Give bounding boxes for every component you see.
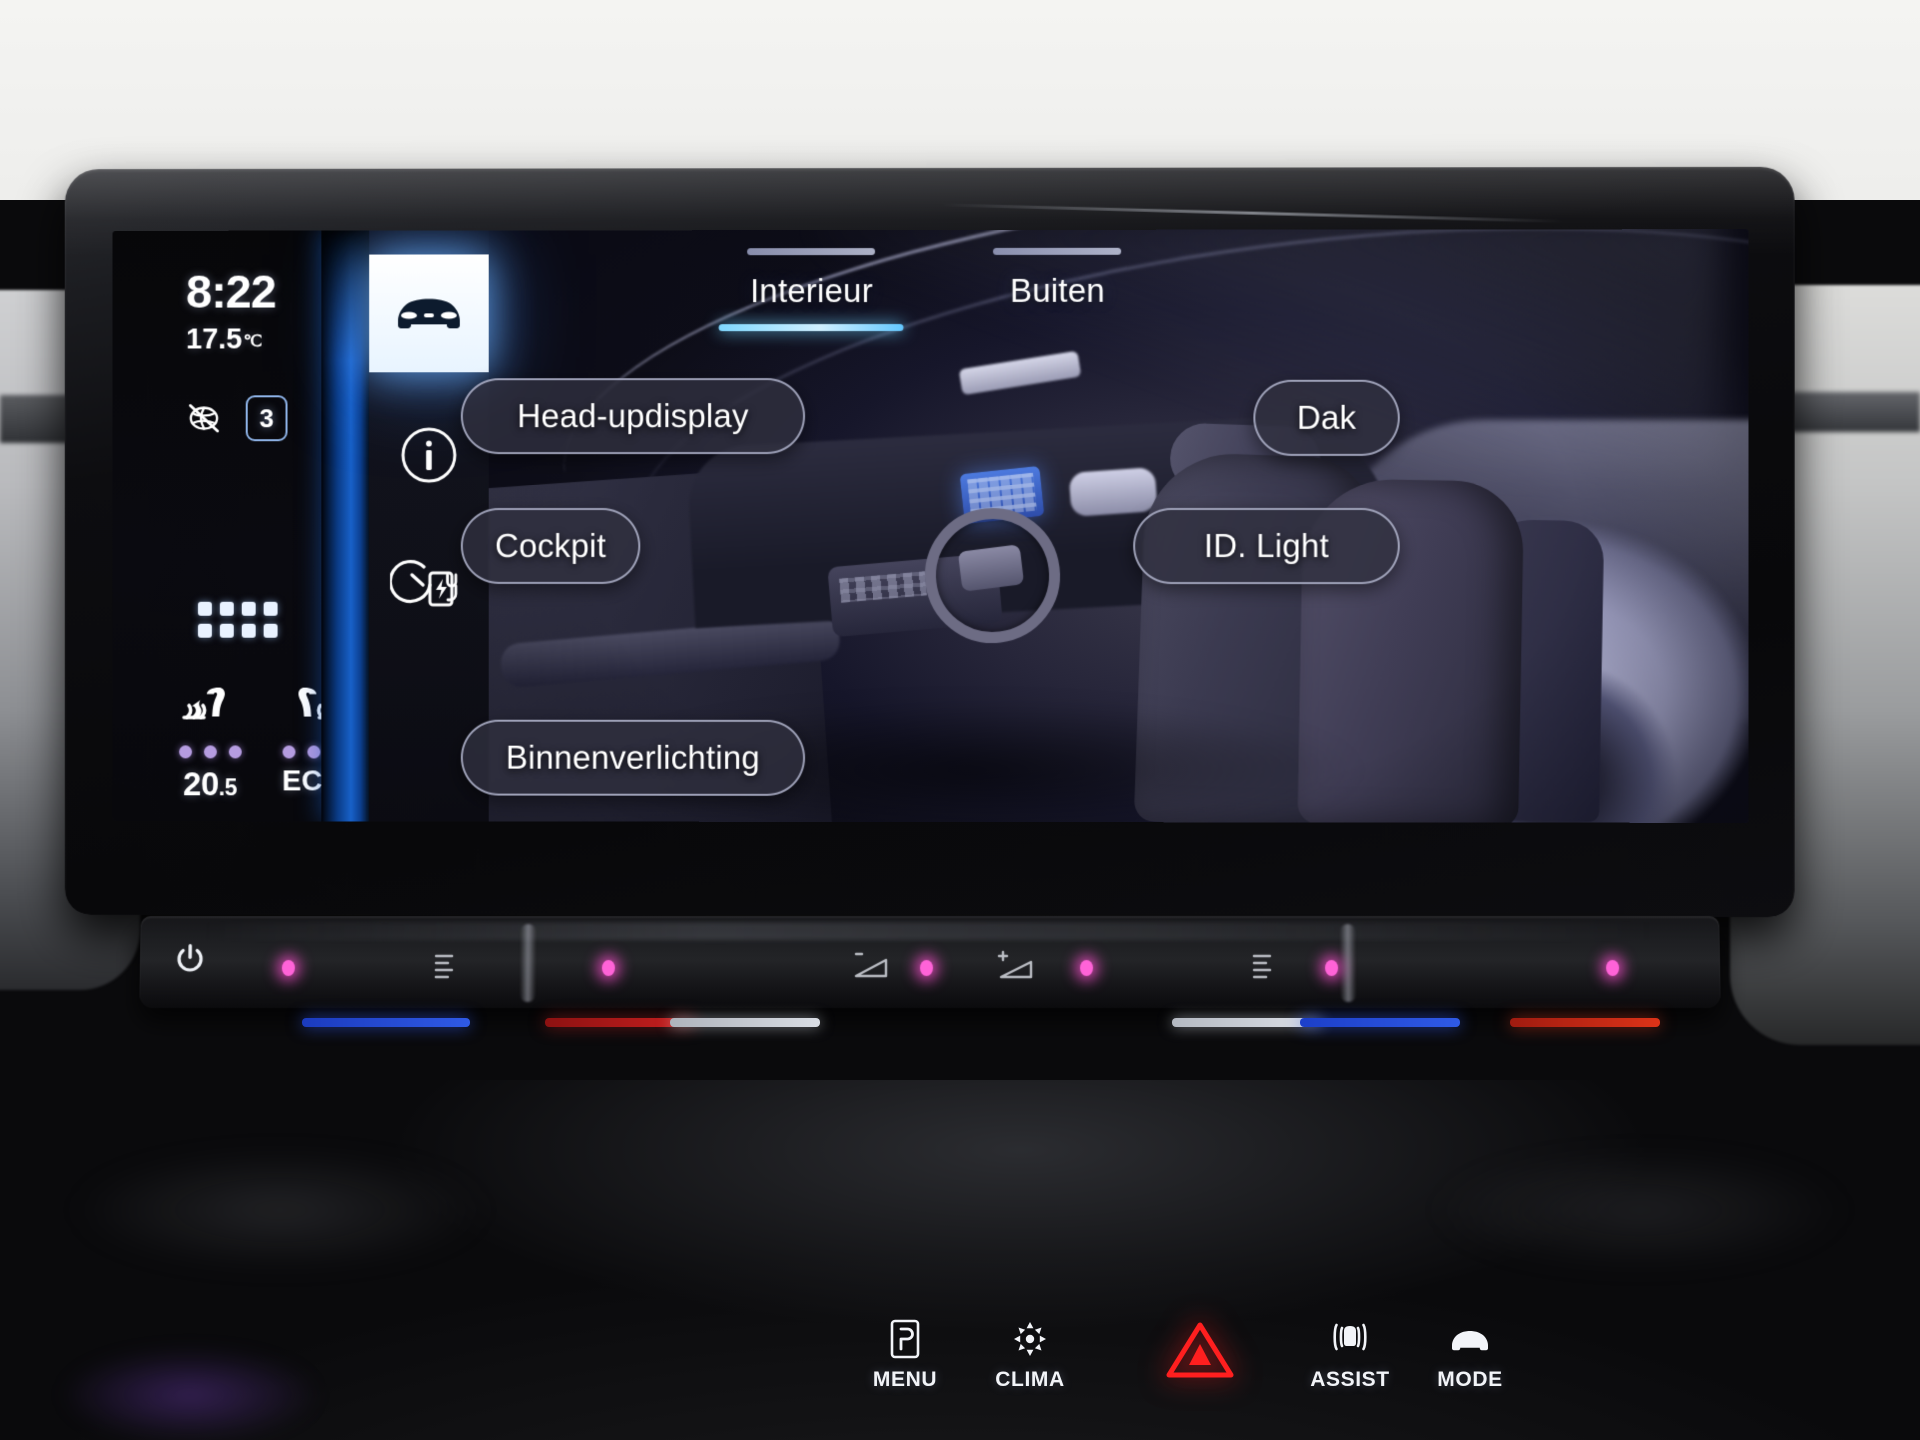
accent-strip [321, 230, 370, 822]
head-up-display-button[interactable]: Head-updisplay [460, 378, 806, 455]
touch-slider-bar[interactable] [139, 916, 1721, 1009]
slider-led [601, 960, 616, 976]
vehicle-front-view-icon [398, 299, 461, 330]
mode-button-label: MODE [1437, 1368, 1503, 1391]
tab-top-divider [747, 248, 876, 256]
slider-led [281, 960, 296, 976]
id-light-button[interactable]: ID. Light [1133, 507, 1400, 585]
intensity-dot [228, 745, 242, 759]
fan-speed-value: 3 [259, 402, 274, 433]
drive-mode-car-icon [1385, 1318, 1555, 1364]
grid-dot [219, 623, 234, 638]
cockpit-button[interactable]: Cockpit [460, 508, 641, 584]
slider-led [1324, 960, 1339, 976]
left-vent-shadow [70, 1150, 490, 1270]
sidebar-item-vehicle[interactable] [369, 254, 489, 373]
air-recirculation-off-icon[interactable] [184, 398, 224, 438]
interior-lighting-button[interactable]: Binnenverlichting [460, 719, 806, 796]
slider-notch-left [519, 924, 537, 1003]
bezel-reflection [942, 203, 1564, 223]
right-vent-shadow [1430, 1150, 1850, 1270]
slider-led [1079, 960, 1094, 976]
ambient-led-red [1510, 1018, 1660, 1027]
temperature-unit: ℃ [243, 331, 263, 351]
temperature-slider-icon [434, 954, 454, 978]
grid-dot [197, 623, 212, 638]
driver-temp-decimal: .5 [218, 774, 237, 801]
grid-dot [263, 623, 278, 638]
grid-dot [263, 601, 278, 616]
fan-speed-badge[interactable]: 3 [245, 395, 288, 442]
driver-intensity-dots [178, 745, 242, 759]
temperature-slider-icon [1252, 954, 1272, 978]
status-column: 8:22 17.5℃ 3 20.5 ECO [112, 230, 345, 822]
volume-up-icon[interactable] [995, 950, 1043, 984]
seat-heating-driver-icon [180, 687, 225, 741]
hazard-lights-button[interactable] [1110, 1320, 1290, 1378]
ambient-led-white [670, 1018, 820, 1027]
tab-buiten-label: Buiten [1010, 271, 1105, 309]
volume-down-icon[interactable] [850, 950, 898, 984]
climate-status-row: 3 [184, 395, 288, 442]
tab-interieur-label: Interieur [750, 272, 873, 310]
ambient-led-blue [1300, 1018, 1460, 1027]
power-button[interactable] [168, 938, 213, 982]
ambient-led-blue [302, 1018, 470, 1027]
roof-button[interactable]: Dak [1253, 379, 1400, 456]
outside-temperature: 17.5℃ [186, 323, 262, 356]
slider-led [1605, 960, 1620, 976]
grid-dot [197, 601, 212, 616]
grid-dot [241, 601, 256, 616]
charging-timer-icon [390, 553, 468, 617]
intensity-dot [178, 745, 192, 759]
grid-dot [241, 623, 256, 638]
slider-led [919, 960, 934, 976]
power-icon [177, 944, 203, 972]
clock: 8:22 [186, 264, 276, 318]
tab-buiten[interactable]: Buiten [993, 247, 1122, 310]
intensity-dot [203, 745, 217, 759]
climate-fan-icon [945, 1318, 1115, 1364]
tab-interieur[interactable]: Interieur [719, 248, 904, 332]
temperature-value: 17.5 [186, 323, 243, 356]
clima-button-label: CLIMA [995, 1368, 1065, 1391]
app-grid-icon[interactable] [197, 601, 278, 638]
slider-highlight [200, 922, 1660, 941]
hardware-button-row: MENU CLIMA ASSIST MODE [0, 1318, 1920, 1428]
driver-temperature: 20.5 [183, 765, 237, 803]
grid-dot [219, 601, 234, 616]
info-circle-icon [402, 428, 458, 484]
slider-notch-right [1339, 924, 1357, 1003]
mode-button[interactable]: MODE [1385, 1318, 1555, 1392]
tab-active-indicator [719, 324, 904, 332]
driver-climate-block[interactable]: 20.5 [172, 685, 248, 804]
tab-top-divider [993, 247, 1122, 255]
intensity-dot [282, 745, 295, 759]
driver-temp-value: 20 [183, 765, 219, 803]
infotainment-screen: 8:22 17.5℃ 3 20.5 ECO Interieur Buiten H… [112, 229, 1749, 823]
hazard-triangle-icon [1110, 1320, 1290, 1378]
clima-button[interactable]: CLIMA [945, 1318, 1115, 1392]
intensity-dot [306, 745, 320, 759]
